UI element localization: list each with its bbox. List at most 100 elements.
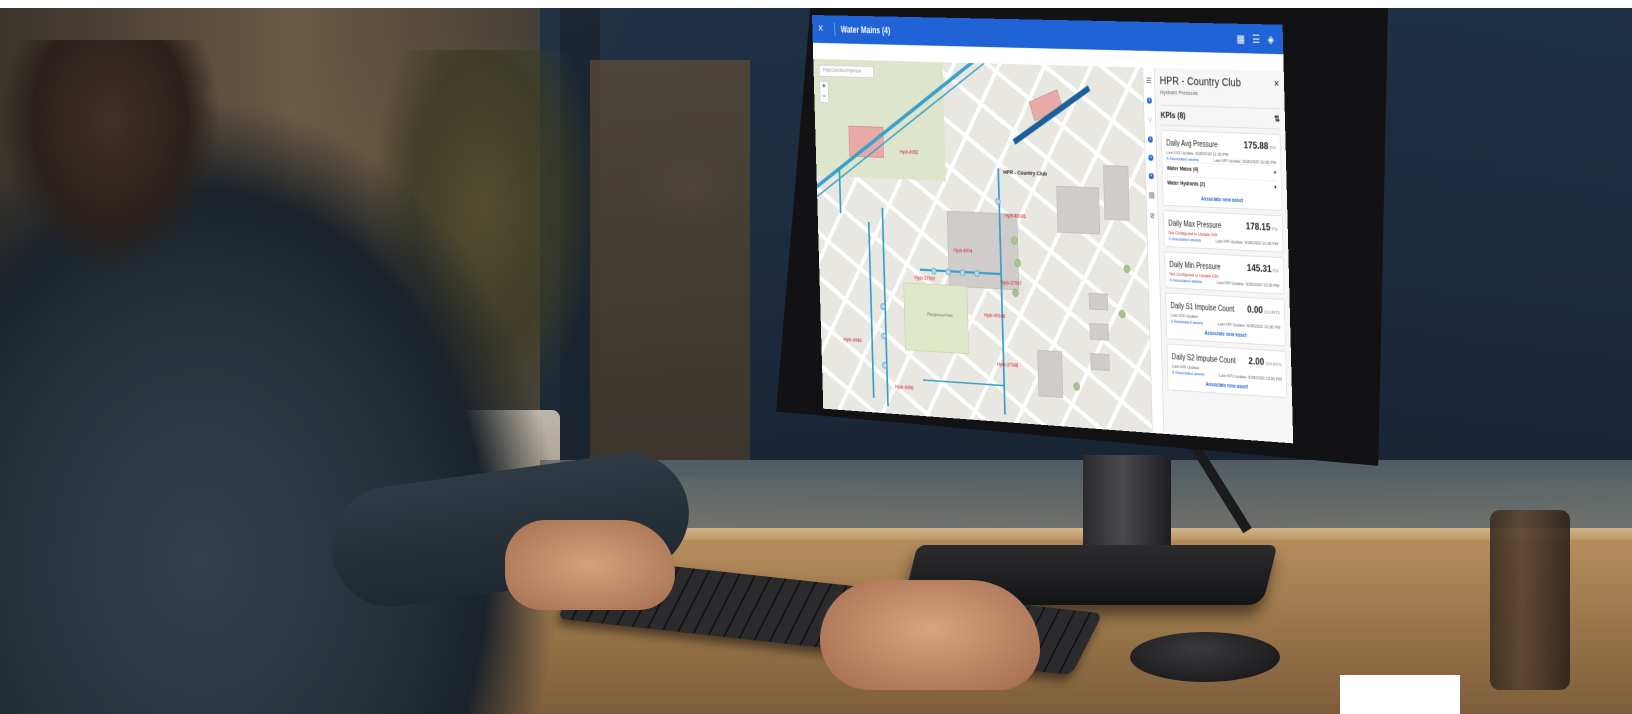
header-title: Water Mains (4) — [840, 24, 891, 36]
gis-update: Last GIS Update: — [1170, 313, 1199, 320]
pipe-segment[interactable] — [997, 168, 1006, 415]
kpis-section-header[interactable]: KPIs (8) ⇅ — [1160, 104, 1281, 130]
tree-marker — [1073, 382, 1081, 391]
kpi-update: Last KPI Update: 9/28/2020 10:00 PM — [1215, 239, 1279, 248]
map-building — [1037, 349, 1064, 398]
hydrant-label: Hydr-37992 — [914, 275, 936, 282]
hydrant-label: Hydr-4952 — [899, 149, 919, 156]
hydrant-node[interactable] — [945, 268, 951, 276]
hydrant-node[interactable] — [995, 198, 1001, 206]
asset-group-label: Water Hydrants (2) — [1167, 180, 1206, 188]
kpi-card[interactable]: Daily Max Pressure 178.15PSI Not Configu… — [1163, 210, 1284, 253]
map-building — [1090, 353, 1110, 372]
zoom-in-button[interactable]: + — [820, 82, 828, 92]
computer-mouse — [1130, 632, 1280, 682]
header-divider — [834, 22, 836, 36]
attachment-icon[interactable]: ⊘ — [1150, 212, 1155, 221]
sort-icon[interactable]: ⇅ — [1274, 114, 1280, 123]
grid-icon[interactable]: ▦ — [1236, 32, 1245, 45]
tree-marker — [1014, 258, 1021, 268]
map-zoom-control[interactable]: + − — [819, 80, 829, 104]
bell-icon[interactable]: ♢ — [1147, 116, 1153, 125]
hydrant-node[interactable] — [880, 303, 886, 310]
photo-scene: × Water Mains (4) ▦ ☰ ◈ Playground Park — [0, 0, 1632, 714]
selected-asset-label: HPR - Country Club — [1003, 168, 1048, 178]
kpi-unit: PSI — [1272, 269, 1279, 275]
asset-group-label: Water Mains (4) — [1166, 166, 1199, 173]
hydrant-node[interactable] — [974, 270, 980, 278]
hydrant-label: Hydr-37997 — [1000, 280, 1022, 287]
close-icon[interactable]: × — [1274, 77, 1279, 90]
close-icon[interactable]: × — [812, 22, 829, 36]
kpi-panel: HPR - Country Club Hydrant Pressure × KP… — [1154, 67, 1294, 444]
pipe-segment[interactable] — [923, 379, 1004, 387]
kpis-label: KPIs (8) — [1160, 110, 1186, 121]
map-building — [1056, 185, 1101, 235]
park-label: Playground Park — [927, 312, 953, 319]
kpi-card[interactable]: Daily S1 Impulse Count 0.00COUNTS Last G… — [1165, 292, 1286, 347]
tree-marker — [1012, 288, 1019, 298]
kpi-name: Daily Max Pressure — [1168, 219, 1222, 231]
pipe-segment[interactable] — [867, 221, 875, 398]
pin-icon[interactable]: ⌖ — [1274, 170, 1277, 176]
hydrant-label: Hydr-4974 — [953, 248, 973, 255]
kpi-value: 178.15 — [1245, 220, 1271, 233]
associated-assets[interactable]: 0 Associated assets — [1170, 278, 1202, 284]
map-building — [1088, 292, 1109, 311]
kpi-unit: COUNTS — [1265, 362, 1282, 368]
tree-marker — [1123, 264, 1131, 274]
white-tab — [1340, 675, 1460, 714]
kpi-name: Daily S1 Impulse Count — [1170, 301, 1235, 315]
map-building — [1089, 322, 1109, 341]
panel-title: HPR - Country Club — [1159, 74, 1242, 90]
associated-assets[interactable]: 0 Associated assets — [1169, 237, 1201, 243]
list-icon[interactable]: ☰ — [1252, 32, 1260, 45]
map-search-input[interactable]: Pipe/Junction/Hydrant — [818, 64, 874, 79]
rail-badge: 2 — [1147, 136, 1153, 143]
header-icons: ▦ ☰ ◈ — [1236, 32, 1283, 46]
hydrant-node[interactable] — [959, 269, 966, 277]
document-icon[interactable]: ☰ — [1146, 77, 1152, 86]
rail-badge: 4 — [1146, 97, 1152, 104]
rail-badge: 4 — [1148, 172, 1154, 180]
kpi-unit: PSI — [1271, 227, 1278, 233]
map-green-area — [813, 58, 946, 182]
zoom-out-button[interactable]: − — [820, 92, 828, 102]
hydrant-label: Hydr-49146 — [1004, 213, 1026, 220]
layers-icon[interactable]: ◈ — [1267, 33, 1274, 46]
kpi-name: Daily Avg Pressure — [1166, 139, 1218, 150]
top-strip — [0, 0, 1632, 8]
rail-badge: 4 — [1148, 154, 1154, 161]
kpi-value: 175.88 — [1243, 138, 1269, 152]
kpi-value: 145.31 — [1246, 261, 1272, 275]
monitor-screen: × Water Mains (4) ▦ ☰ ◈ Playground Park — [812, 15, 1294, 444]
kpi-card[interactable]: Daily Min Pressure 145.31PSI Not Configu… — [1164, 251, 1285, 295]
map-building — [1103, 165, 1130, 221]
kpi-unit: COUNTS — [1264, 310, 1280, 316]
calendar-icon[interactable]: ▤ — [1149, 191, 1155, 200]
map-building — [848, 125, 885, 158]
pin-icon[interactable]: ⌖ — [1274, 185, 1277, 191]
hydrant-label: Hydr-49148 — [984, 312, 1006, 320]
kpi-unit: PSI — [1269, 146, 1276, 151]
panel-header: HPR - Country Club Hydrant Pressure × — [1160, 74, 1280, 99]
kpi-card[interactable]: Daily Avg Pressure 175.88PSI Last GIS Up… — [1160, 129, 1283, 211]
panel-subtitle: Hydrant Pressure — [1159, 88, 1198, 97]
hydrant-node[interactable] — [881, 332, 887, 340]
map-view[interactable]: Playground Park Pipe/Junction/Hydrant + … — [813, 58, 1153, 433]
right-hand — [820, 580, 1040, 690]
cup — [1490, 510, 1570, 690]
hydrant-node[interactable] — [931, 267, 937, 275]
kpi-value: 2.00 — [1248, 354, 1265, 368]
left-hand — [505, 520, 675, 610]
map-park: Playground Park — [903, 282, 970, 355]
tree-marker — [1010, 236, 1018, 245]
hydrant-label: Hydr-4956 — [894, 384, 914, 392]
kpi-value: 0.00 — [1247, 303, 1263, 316]
hydrant-node[interactable] — [881, 361, 888, 369]
kpi-name: Daily Min Pressure — [1169, 260, 1221, 272]
hydrant-label: Hydr-37948 — [996, 362, 1019, 369]
kpi-card[interactable]: Daily S2 Impulse Count 2.00COUNTS Last G… — [1166, 343, 1288, 399]
tree-marker — [1118, 309, 1126, 319]
hydrant-label: Hydr-4946 — [843, 337, 862, 344]
